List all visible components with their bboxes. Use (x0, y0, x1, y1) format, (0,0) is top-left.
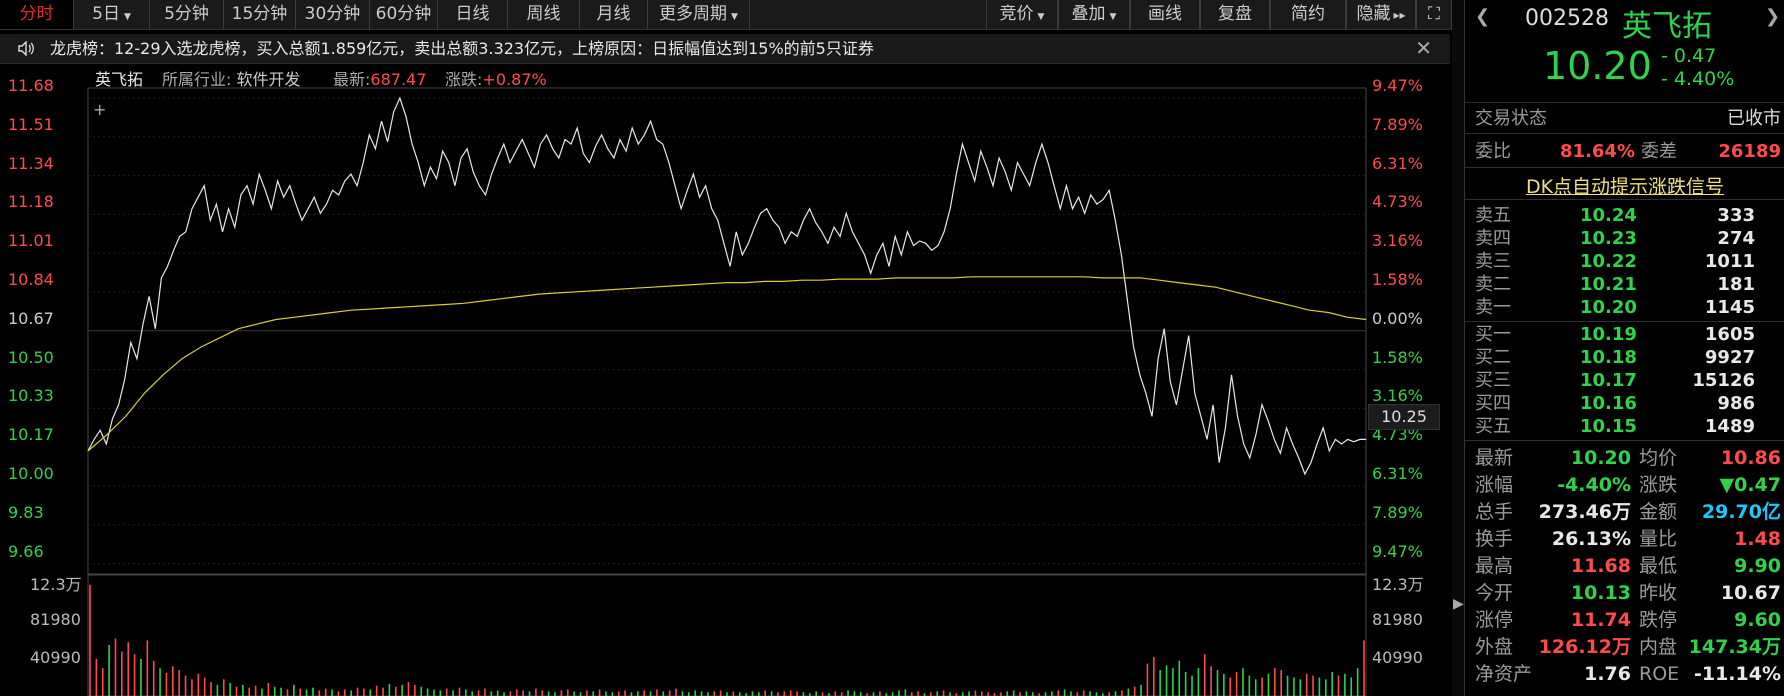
dk-signal-link[interactable]: DK点自动提示涨跌信号 (1465, 172, 1784, 199)
wei-diff-value: 26189 (1718, 141, 1781, 162)
stat-label: 涨幅 (1475, 474, 1514, 496)
stat-label: 换手 (1475, 528, 1514, 550)
wei-ratio-label: 委比 (1475, 141, 1511, 162)
order-book-price: 10.21 (1580, 274, 1637, 295)
order-book-label: 买五 (1475, 416, 1511, 437)
next-stock-icon[interactable]: ❯ (1765, 6, 1780, 27)
order-book-price: 10.22 (1580, 251, 1637, 272)
stat-label: 最低 (1639, 555, 1678, 577)
prev-stock-icon[interactable]: ❮ (1475, 6, 1490, 27)
order-book-label: 买三 (1475, 370, 1511, 391)
stat-label: 均价 (1639, 447, 1678, 469)
avg-price-line (87, 276, 1367, 452)
order-book-label: 卖三 (1475, 251, 1511, 272)
price-change: - 0.47 (1661, 45, 1717, 67)
order-book-label: 买二 (1475, 347, 1511, 368)
order-book-vol: 986 (1717, 393, 1755, 414)
stat-label: 内盘 (1639, 636, 1678, 658)
order-book-price: 10.18 (1580, 347, 1637, 368)
stat-label: 涨停 (1475, 609, 1514, 631)
order-book-price: 10.24 (1580, 205, 1637, 226)
trade-status-label: 交易状态 (1475, 108, 1547, 129)
stat-label: 总手 (1475, 501, 1514, 523)
stat-value: 9.90 (1734, 555, 1781, 577)
stat-value: 126.12万 (1538, 636, 1631, 658)
volume-tick: 40990 (30, 648, 81, 667)
stock-code: 002528 (1525, 6, 1609, 31)
wei-ratio-value: 81.64% (1560, 141, 1635, 162)
stat-value: 11.68 (1570, 555, 1631, 577)
stat-label: ROE (1639, 663, 1680, 685)
stat-label: 昨收 (1639, 582, 1678, 604)
volume-tick: 12.3万 (1372, 575, 1424, 594)
order-book-vol: 1605 (1704, 324, 1755, 345)
stat-label: 今开 (1475, 582, 1514, 604)
stat-value: ▼0.47 (1719, 474, 1782, 496)
current-price: 10.20 (1543, 44, 1652, 88)
order-book-vol: 1011 (1704, 251, 1755, 272)
order-book-vol: 9927 (1704, 347, 1755, 368)
stat-label: 涨跌 (1639, 474, 1678, 496)
stat-value: -11.14% (1693, 663, 1781, 685)
order-book-price: 10.23 (1580, 228, 1637, 249)
trade-status-value: 已收市 (1727, 108, 1781, 129)
order-book-vol: 274 (1717, 228, 1755, 249)
stat-label: 最新 (1475, 447, 1514, 469)
stat-value: 10.20 (1570, 447, 1631, 469)
stat-label: 外盘 (1475, 636, 1514, 658)
order-book-label: 买一 (1475, 324, 1511, 345)
stat-value: 147.34万 (1688, 636, 1781, 658)
stat-value: 273.46万 (1538, 501, 1631, 523)
stat-label: 最高 (1475, 555, 1514, 577)
order-book-vol: 333 (1717, 205, 1755, 226)
intraday-chart[interactable]: + (0, 0, 1452, 696)
order-book-price: 10.16 (1580, 393, 1637, 414)
order-book-price: 10.15 (1580, 416, 1637, 437)
volume-tick: 81980 (1372, 610, 1423, 629)
order-book-vol: 15126 (1692, 370, 1755, 391)
wei-diff-label: 委差 (1641, 141, 1677, 162)
price-line (87, 96, 1366, 476)
stat-value: 1.48 (1734, 528, 1781, 550)
order-book-label: 卖四 (1475, 228, 1511, 249)
stat-value: 1.76 (1584, 663, 1631, 685)
order-book-vol: 181 (1717, 274, 1755, 295)
stat-value: 11.74 (1570, 609, 1631, 631)
stat-value: 9.60 (1734, 609, 1781, 631)
order-book-label: 卖一 (1475, 297, 1511, 318)
stat-label: 金额 (1639, 501, 1678, 523)
stat-label: 跌停 (1639, 609, 1678, 631)
order-book-label: 卖二 (1475, 274, 1511, 295)
stat-label: 净资产 (1475, 663, 1533, 685)
stat-label: 量比 (1639, 528, 1678, 550)
stat-value: 26.13% (1551, 528, 1631, 550)
volume-tick: 40990 (1372, 648, 1423, 667)
volume-tick: 81980 (30, 610, 81, 629)
panel-collapse-handle[interactable]: ▶ (1452, 0, 1464, 696)
order-book-price: 10.19 (1580, 324, 1637, 345)
order-book-vol: 1145 (1704, 297, 1755, 318)
order-book-label: 卖五 (1475, 205, 1511, 226)
add-indicator-icon: + (93, 100, 106, 119)
stat-value: 10.67 (1720, 582, 1781, 604)
chart-area: 分时 5日 ▼ 5分钟 15分钟 30分钟 60分钟 日线 周线 月线 更多周期 ▼ 竞价 ▼ 叠加 ▼ 画线复… (0, 0, 1452, 696)
chart-frame (87, 574, 1367, 696)
volume-tick: 12.3万 (30, 575, 82, 594)
order-book-price: 10.20 (1580, 297, 1637, 318)
stat-value: -4.40% (1557, 474, 1631, 496)
stat-value: 10.86 (1720, 447, 1781, 469)
stat-value: 29.70亿 (1701, 501, 1781, 523)
quote-panel: ❮ ❯ 002528 英飞拓 10.20 - 0.47 - 4.40% 交易状态… (1464, 0, 1784, 696)
stat-value: 10.13 (1570, 582, 1631, 604)
order-book-price: 10.17 (1580, 370, 1637, 391)
order-book-label: 买四 (1475, 393, 1511, 414)
order-book-vol: 1489 (1704, 416, 1755, 437)
collapse-arrow-icon[interactable]: ▶ (1453, 596, 1464, 612)
stock-name: 英飞拓 (1622, 9, 1712, 44)
price-change-pct: - 4.40% (1661, 68, 1735, 90)
